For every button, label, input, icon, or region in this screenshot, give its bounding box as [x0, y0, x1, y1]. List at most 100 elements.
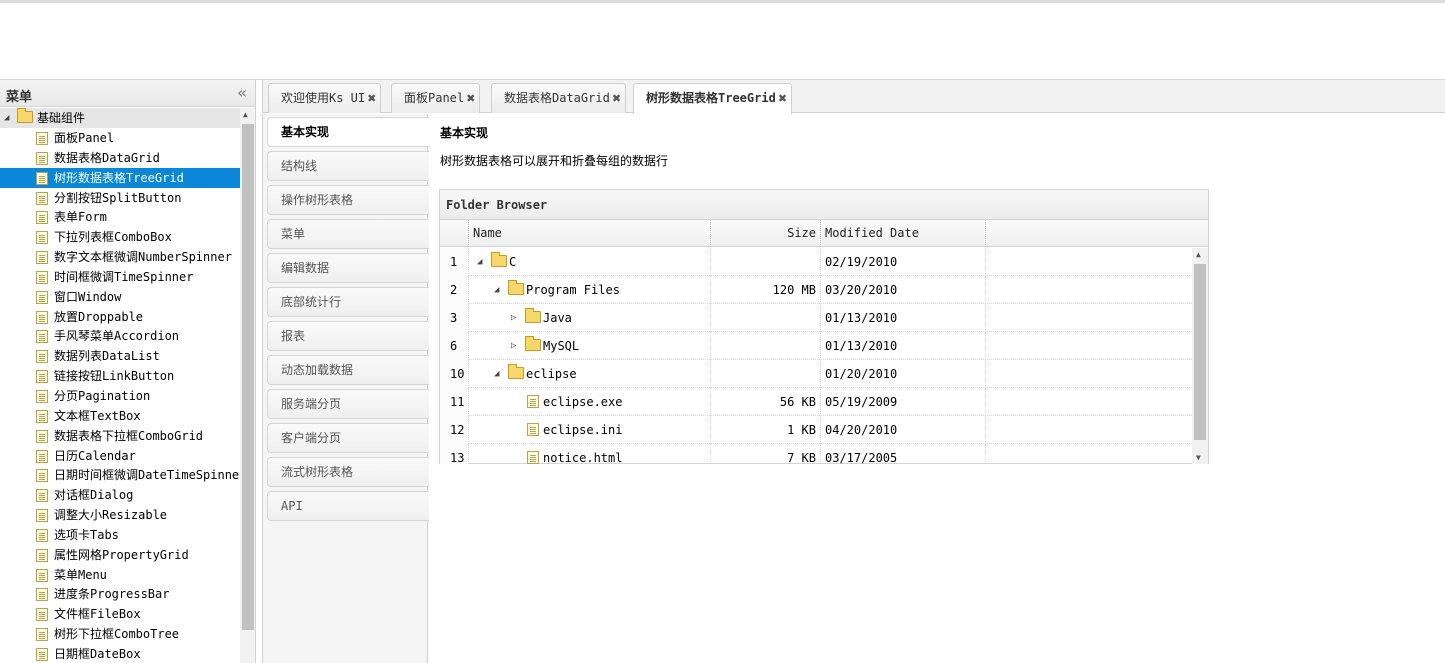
tab-strip: 欢迎使用Ks UI ✖ 面板Panel ✖ 数据表格DataGrid ✖ 树形数据表格Tre…	[262, 80, 1445, 114]
grid-scrollbar[interactable]: ▲ ▼	[1192, 248, 1208, 464]
menu-item-label: 分割按钮SplitButton	[54, 190, 182, 205]
table-row[interactable]: 6 ▷ MySQL 01/13/2010	[440, 332, 1208, 360]
tab[interactable]: 树形数据表格TreeGrid ✖	[633, 83, 793, 114]
menu-item[interactable]: 树形下拉框ComboTree	[0, 624, 240, 644]
menu-item[interactable]: 对话框Dialog	[0, 485, 240, 505]
collapsed-triangle-icon[interactable]: ▷	[511, 332, 516, 360]
table-row[interactable]: 13 notice.html 7 KB 03/17/2005	[440, 444, 1208, 464]
name-text: C	[509, 255, 517, 269]
menu-item[interactable]: 数据列表DataList	[0, 346, 240, 366]
scroll-down-icon[interactable]: ▼	[1196, 453, 1201, 462]
content-title: 基本实现	[440, 126, 489, 140]
table-row[interactable]: 10 ◢ eclipse 01/20/2010	[440, 360, 1208, 388]
expanded-triangle-icon[interactable]: ◢	[4, 108, 9, 128]
file-icon	[36, 290, 48, 304]
subtab[interactable]: 报表	[267, 321, 429, 351]
menu-item[interactable]: 表单Form	[0, 207, 240, 227]
table-row[interactable]: 2 ◢ Program Files 120 MB 03/20/2010	[440, 276, 1208, 304]
menu-item-label: 树形数据表格TreeGrid	[54, 170, 184, 185]
menu-item[interactable]: 时间框微调TimeSpinner	[0, 267, 240, 287]
scrollbar-thumb[interactable]	[1194, 264, 1206, 440]
close-icon[interactable]: ✖	[367, 92, 376, 105]
table-row[interactable]: 3 ▷ Java 01/13/2010	[440, 304, 1208, 332]
menu-item[interactable]: 分割按钮SplitButton	[0, 188, 240, 208]
menu-title: 菜单	[6, 90, 33, 105]
menu-item[interactable]: 文本框TextBox	[0, 406, 240, 426]
file-icon	[36, 647, 48, 661]
file-icon	[527, 423, 539, 436]
scroll-up-icon[interactable]: ▲	[1196, 250, 1201, 259]
file-icon	[36, 270, 48, 284]
menu-item[interactable]: 数字文本框微调NumberSpinner	[0, 247, 240, 267]
menu-item[interactable]: 数据表格下拉框ComboGrid	[0, 426, 240, 446]
folder-icon	[525, 336, 541, 351]
header-modified-date[interactable]: Modified Date	[821, 220, 986, 247]
subtab[interactable]: 编辑数据	[267, 253, 429, 283]
close-icon[interactable]: ✖	[612, 92, 621, 105]
menu-scrollbar[interactable]: ▲	[240, 108, 255, 663]
size-cell: 7 KB	[711, 444, 821, 464]
file-icon	[36, 132, 48, 145]
subtab[interactable]: API	[267, 491, 429, 521]
menu-item[interactable]: 选项卡Tabs	[0, 525, 240, 545]
menu-item[interactable]: 分页Pagination	[0, 386, 240, 406]
menu-item[interactable]: 进度条ProgressBar	[0, 584, 240, 604]
tab[interactable]: 数据表格DataGrid ✖	[491, 83, 627, 113]
menu-item[interactable]: 日历Calendar	[0, 446, 240, 466]
subtab[interactable]: 结构线	[267, 151, 429, 181]
subtab[interactable]: 菜单	[267, 219, 429, 249]
menu-item[interactable]: 日期框DateBox	[0, 644, 240, 663]
tree-node-root[interactable]: ◢ 基础组件	[0, 108, 240, 128]
menu-item-label: 选项卡Tabs	[54, 527, 119, 542]
subtab[interactable]: 底部统计行	[267, 287, 429, 317]
close-icon[interactable]: ✖	[466, 92, 475, 105]
menu-item[interactable]: 链接按钮LinkButton	[0, 366, 240, 386]
expanded-triangle-icon[interactable]: ◢	[494, 276, 499, 304]
subtab[interactable]: 客户端分页	[267, 423, 429, 453]
header-size[interactable]: Size	[711, 220, 821, 247]
subtab[interactable]: 流式树形表格	[267, 457, 429, 487]
expanded-triangle-icon[interactable]: ◢	[477, 248, 482, 276]
menu-item[interactable]: 下拉列表框ComboBox	[0, 227, 240, 247]
menu-item[interactable]: 调整大小Resizable	[0, 505, 240, 525]
tab[interactable]: 面板Panel ✖	[391, 83, 481, 113]
menu-item[interactable]: 数据表格DataGrid	[0, 148, 240, 168]
subtab[interactable]: 基本实现	[267, 117, 430, 147]
header-name[interactable]: Name	[469, 220, 711, 247]
collapsed-triangle-icon[interactable]: ▷	[511, 304, 516, 332]
close-icon[interactable]: ✖	[778, 92, 787, 105]
tab[interactable]: 欢迎使用Ks UI ✖	[268, 83, 382, 113]
menu-item[interactable]: 日期时间框微调DateTimeSpinner	[0, 465, 240, 485]
subtab[interactable]: 动态加载数据	[267, 355, 429, 385]
file-icon	[36, 528, 48, 542]
menu-item[interactable]: 树形数据表格TreeGrid	[0, 167, 240, 188]
menu-item[interactable]: 放置Droppable	[0, 307, 240, 327]
content-area: 基本实现 树形数据表格可以展开和折叠每组的数据行 Folder Browser …	[439, 114, 1445, 663]
scroll-up-icon[interactable]: ▲	[243, 110, 248, 119]
expanded-triangle-icon[interactable]: ◢	[494, 360, 499, 388]
double-chevron-left-icon[interactable]: «	[237, 83, 247, 102]
file-icon	[527, 395, 539, 408]
row-number: 1	[440, 248, 469, 276]
subtab[interactable]: 服务端分页	[267, 389, 429, 419]
menu-item[interactable]: 窗口Window	[0, 287, 240, 307]
scrollbar-thumb[interactable]	[242, 124, 254, 630]
subtab[interactable]: 操作树形表格	[267, 185, 429, 215]
file-icon	[36, 489, 48, 503]
table-row[interactable]: 1 ◢ C 02/19/2010	[440, 248, 1208, 276]
menu-tree: ◢ 基础组件 面板Panel 数据表格DataGrid 树形数据表格TreeGrid…	[0, 108, 240, 663]
menu-item-label: 下拉列表框ComboBox	[54, 230, 172, 245]
main-area: 欢迎使用Ks UI ✖ 面板Panel ✖ 数据表格DataGrid ✖ 树形数据表格Tre…	[262, 80, 1445, 663]
menu-item[interactable]: 属性网格PropertyGrid	[0, 545, 240, 565]
table-row[interactable]: 11 eclipse.exe 56 KB 05/19/2009	[440, 388, 1208, 416]
menu-header: 菜单 «	[0, 80, 255, 107]
menu-item[interactable]: 手风琴菜单Accordion	[0, 326, 240, 346]
menu-item-label: 树形下拉框ComboTree	[54, 627, 180, 642]
menu-item-label: 链接按钮LinkButton	[54, 369, 175, 384]
menu-item[interactable]: 文件框FileBox	[0, 604, 240, 624]
menu-item-label: 手风琴菜单Accordion	[54, 329, 180, 344]
table-row[interactable]: 12 eclipse.ini 1 KB 04/20/2010	[440, 416, 1208, 444]
menu-item[interactable]: 面板Panel	[0, 128, 240, 148]
file-icon	[36, 389, 48, 403]
menu-item[interactable]: 菜单Menu	[0, 565, 240, 585]
